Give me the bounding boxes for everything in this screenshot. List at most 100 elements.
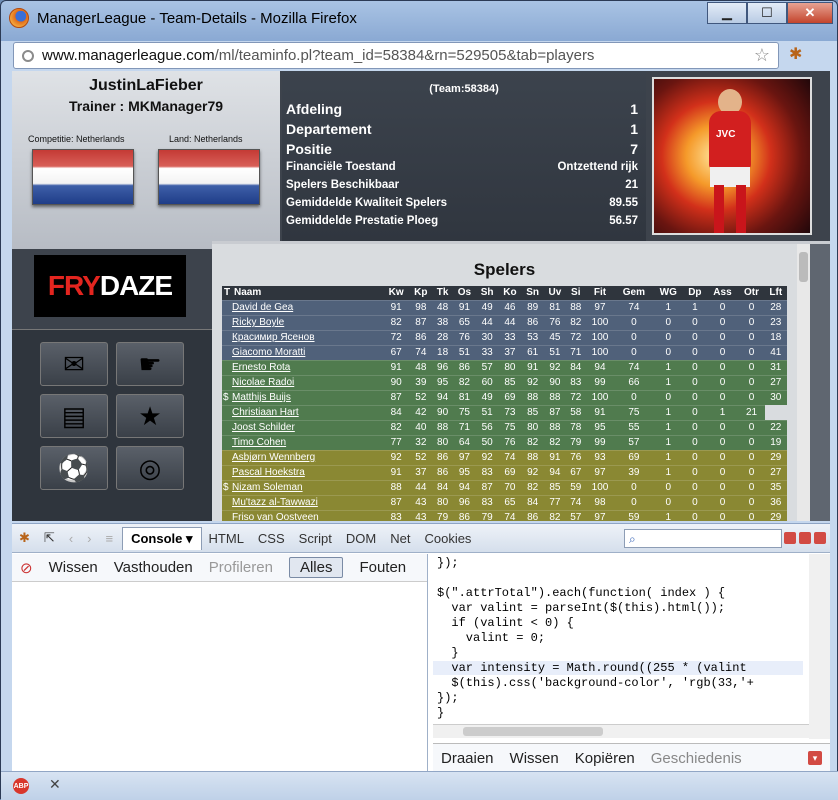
scrollbar-thumb[interactable] bbox=[463, 727, 603, 736]
column-header[interactable]: Ko bbox=[498, 286, 522, 300]
column-header[interactable]: T bbox=[222, 286, 232, 300]
coins-icon[interactable]: ◎ bbox=[116, 446, 184, 490]
player-attribute: 83 bbox=[476, 494, 499, 510]
player-name-link[interactable]: Nicolae Radoi bbox=[232, 374, 384, 390]
column-header[interactable]: Sh bbox=[476, 286, 499, 300]
editor-vertical-scrollbar[interactable] bbox=[809, 554, 830, 739]
column-header[interactable]: Dp bbox=[683, 286, 707, 300]
player-name-link[interactable]: Pascal Hoekstra bbox=[232, 464, 384, 480]
column-header[interactable]: Otr bbox=[738, 286, 765, 300]
minimize-firebug-icon[interactable] bbox=[784, 532, 796, 544]
player-attribute: 44 bbox=[409, 479, 433, 495]
column-header[interactable]: Sn bbox=[521, 286, 544, 300]
url-bar[interactable]: www.managerleague.com/ml/teaminfo.pl?tea… bbox=[13, 42, 779, 69]
inspect-icon[interactable]: ⇱ bbox=[44, 530, 55, 546]
column-header[interactable]: Si bbox=[566, 286, 586, 300]
column-header[interactable]: Uv bbox=[543, 286, 567, 300]
history-button[interactable]: Geschiedenis bbox=[651, 750, 742, 767]
tab-net[interactable]: Net bbox=[390, 531, 410, 546]
player-name-link[interactable]: Nizam Soleman bbox=[232, 479, 384, 495]
clear-button[interactable]: Wissen bbox=[49, 559, 98, 576]
profile-button[interactable]: Profileren bbox=[209, 559, 273, 576]
player-attribute: 0 bbox=[706, 374, 739, 390]
firebug-icon[interactable]: ✱ bbox=[19, 530, 30, 546]
player-attribute: 93 bbox=[585, 449, 615, 465]
player-name-link[interactable]: Giacomo Moratti bbox=[232, 344, 384, 360]
clear-editor-button[interactable]: Wissen bbox=[510, 750, 559, 767]
back-icon[interactable]: ‹ bbox=[69, 531, 73, 546]
column-header[interactable]: WG bbox=[653, 286, 684, 300]
column-header[interactable]: Fit bbox=[585, 286, 615, 300]
column-header[interactable]: Kw bbox=[383, 286, 410, 300]
football-icon[interactable]: ⚽ bbox=[40, 446, 108, 490]
tactics-board-icon[interactable]: ▤ bbox=[40, 394, 108, 438]
player-attribute: 35 bbox=[764, 479, 787, 495]
forward-icon[interactable]: › bbox=[87, 531, 91, 546]
player-attribute: 82 bbox=[543, 509, 567, 521]
player-attribute: 86 bbox=[521, 509, 544, 521]
sponsor-banner[interactable]: FRY DAZE bbox=[12, 249, 212, 329]
tab-console[interactable]: Console ▾ bbox=[122, 526, 202, 550]
sponsor-logo[interactable]: FRY DAZE bbox=[34, 255, 186, 317]
player-name-link[interactable]: Ernesto Rota bbox=[232, 359, 384, 375]
player-name-link[interactable]: Timo Cohen bbox=[232, 434, 384, 450]
column-header[interactable]: Tk bbox=[432, 286, 453, 300]
addon-icon[interactable]: ✱ bbox=[789, 44, 802, 64]
collapse-icon[interactable]: ▾ bbox=[808, 751, 822, 765]
player-attribute: 100 bbox=[585, 314, 615, 330]
bookmark-star-icon[interactable]: ☆ bbox=[754, 45, 770, 66]
player-name-link[interactable]: Mu'tazz al-Tawwazi bbox=[232, 494, 384, 510]
tab-html[interactable]: HTML bbox=[209, 531, 244, 546]
adblock-icon[interactable]: ABP bbox=[13, 778, 29, 794]
tab-css[interactable]: CSS bbox=[258, 531, 285, 546]
player-name-link[interactable]: David de Gea bbox=[232, 299, 384, 315]
close-button[interactable]: ✕ bbox=[787, 2, 833, 24]
tab-dom[interactable]: DOM bbox=[346, 531, 376, 546]
player-attribute: 86 bbox=[521, 314, 544, 330]
column-header[interactable]: Gem bbox=[614, 286, 654, 300]
persist-button[interactable]: Vasthouden bbox=[114, 559, 193, 576]
detach-firebug-icon[interactable] bbox=[799, 532, 811, 544]
player-attribute: 76 bbox=[498, 434, 522, 450]
maximize-button[interactable]: ☐ bbox=[747, 2, 787, 24]
player-name-link[interactable]: Joost Schilder bbox=[232, 419, 384, 435]
player-attribute: 86 bbox=[409, 329, 433, 345]
column-header[interactable]: Kp bbox=[409, 286, 433, 300]
player-attribute: 41 bbox=[764, 344, 787, 360]
star-player-icon[interactable]: ★ bbox=[116, 394, 184, 438]
player-name-link[interactable]: Christiaan Hart bbox=[232, 404, 384, 420]
scrollbar-thumb[interactable] bbox=[799, 252, 808, 282]
status-bar: ABP ✕ bbox=[1, 771, 838, 800]
filter-all-button[interactable]: Alles bbox=[288, 557, 344, 578]
vertical-scrollbar[interactable] bbox=[797, 244, 810, 521]
player-attribute: 90 bbox=[543, 374, 567, 390]
player-attribute: 87 bbox=[383, 494, 410, 510]
filter-errors-button[interactable]: Fouten bbox=[359, 559, 406, 576]
close-firebug-icon[interactable] bbox=[814, 532, 826, 544]
trainer-icon[interactable]: ☛ bbox=[116, 342, 184, 386]
player-attribute: 83 bbox=[383, 509, 410, 521]
column-header[interactable]: Naam bbox=[232, 286, 384, 300]
list-icon[interactable]: ≡ bbox=[106, 531, 114, 546]
minimize-button[interactable]: ▁ bbox=[707, 2, 747, 24]
editor-horizontal-scrollbar[interactable] bbox=[433, 724, 809, 738]
player-name-link[interactable]: Matthijs Buijs bbox=[232, 389, 384, 405]
player-name-link[interactable]: Asbjørn Wennberg bbox=[232, 449, 384, 465]
url-text[interactable]: www.managerleague.com/ml/teaminfo.pl?tea… bbox=[42, 47, 594, 64]
player-name-link[interactable]: Friso van Oostveen bbox=[232, 509, 384, 521]
column-header[interactable]: Ass bbox=[706, 286, 739, 300]
player-name-link[interactable]: Красимир Ясенов bbox=[232, 329, 384, 345]
player-name-link[interactable]: Ricky Boyle bbox=[232, 314, 384, 330]
copy-button[interactable]: Kopiëren bbox=[575, 750, 635, 767]
firebug-search-input[interactable]: ⌕ bbox=[624, 529, 782, 548]
tab-cookies[interactable]: Cookies bbox=[424, 531, 471, 546]
clear-console-icon[interactable]: ⊘ bbox=[20, 559, 33, 577]
code-line: } bbox=[437, 706, 445, 720]
mail-icon[interactable]: ✉ bbox=[40, 342, 108, 386]
command-editor[interactable]: }); $(".attrTotal").each(function( index… bbox=[433, 554, 808, 739]
tab-script[interactable]: Script bbox=[299, 531, 332, 546]
column-header[interactable]: Lft bbox=[764, 286, 787, 300]
column-header[interactable]: Os bbox=[452, 286, 477, 300]
run-button[interactable]: Draaien bbox=[441, 750, 494, 767]
close-statusbar-icon[interactable]: ✕ bbox=[49, 776, 61, 793]
